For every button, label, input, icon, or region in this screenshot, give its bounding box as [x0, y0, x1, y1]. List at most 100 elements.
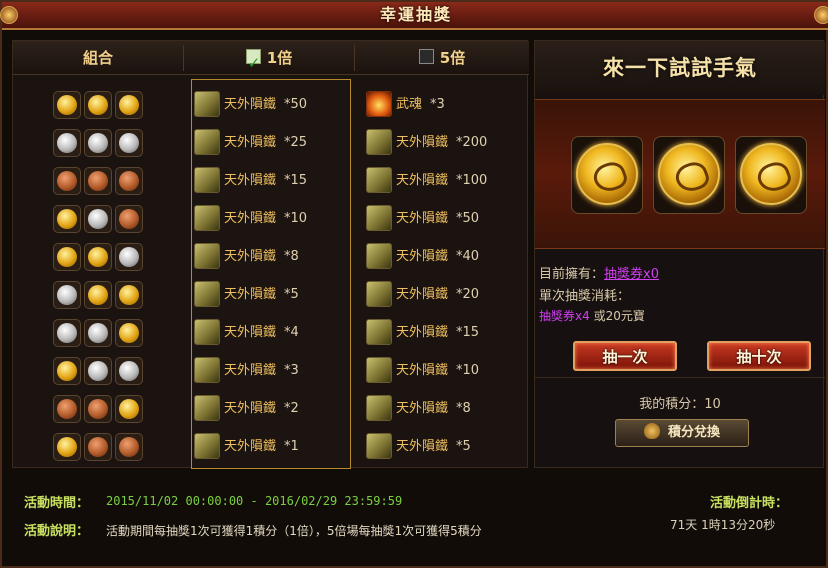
reward-name: 天外隕鐵 [224, 439, 277, 454]
gold-coin-icon [84, 281, 112, 309]
meteor-iron-icon [194, 318, 220, 345]
meteor-iron-icon [194, 280, 220, 307]
bronze-coin-icon [53, 395, 81, 423]
gold-coin-icon [115, 319, 143, 347]
gold-coin-icon [115, 281, 143, 309]
points-exchange-label: 積分兌換 [667, 425, 720, 440]
title-ornament-left-icon [0, 6, 18, 24]
meteor-iron-icon [366, 394, 392, 421]
reward-qty: *50 [284, 97, 308, 112]
silver-coin-icon [115, 243, 143, 271]
reward-x5[interactable]: 天外隕鐵 *10 [366, 356, 479, 386]
reward-name: 天外隕鐵 [224, 287, 277, 302]
reward-qty: *10 [284, 211, 308, 226]
reward-qty: *1 [284, 439, 299, 454]
countdown-value: 71天 1時13分20秒 [670, 518, 776, 532]
gold-coin-icon [53, 433, 81, 461]
gold-coin-icon [53, 357, 81, 385]
my-score: 我的積分：10 [639, 397, 721, 412]
reward-x5[interactable]: 天外隕鐵 *20 [366, 280, 479, 310]
reward-x5[interactable]: 天外隕鐵 *200 [366, 128, 487, 158]
reward-x1[interactable]: 天外隕鐵 *3 [194, 356, 299, 386]
tab-1x[interactable]: 1倍 [184, 41, 354, 80]
checkbox-1x-checked-icon[interactable] [245, 46, 261, 80]
meteor-iron-icon [194, 90, 220, 117]
silver-coin-icon [84, 205, 112, 233]
meteor-iron-icon [194, 242, 220, 269]
reward-x5[interactable]: 天外隕鐵 *100 [366, 166, 487, 196]
reward-name: 天外隕鐵 [224, 173, 277, 188]
money-bag-icon [643, 422, 660, 439]
reward-name: 天外隕鐵 [396, 287, 449, 302]
reward-name: 天外隕鐵 [396, 363, 449, 378]
reward-name: 天外隕鐵 [224, 249, 277, 264]
draw-ten-button[interactable]: 抽十次 [707, 341, 811, 371]
reward-x5[interactable]: 天外隕鐵 *5 [366, 432, 471, 462]
reward-x5[interactable]: 天外隕鐵 *8 [366, 394, 471, 424]
owned-tickets: 目前擁有：抽獎券x0 [539, 263, 659, 282]
checkbox-5x-icon[interactable] [418, 49, 434, 64]
event-info-footer: 活動時間： 2015/11/02 00:00:00 - 2016/02/29 2… [12, 474, 824, 564]
points-exchange-button[interactable]: 積分兌換 [615, 419, 749, 447]
reward-x1[interactable]: 天外隕鐵 *5 [194, 280, 299, 310]
silver-coin-icon [53, 319, 81, 347]
gold-coin-icon [84, 91, 112, 119]
reward-x1[interactable]: 天外隕鐵 *2 [194, 394, 299, 424]
bronze-coin-icon [115, 167, 143, 195]
slot-reel-1 [571, 136, 643, 214]
reward-x5[interactable]: 武魂 *3 [366, 90, 445, 120]
event-desc-label: 活動說明： [24, 524, 90, 539]
reward-x1[interactable]: 天外隕鐵 *25 [194, 128, 307, 158]
dragon-medal-icon [576, 143, 638, 205]
reward-name: 天外隕鐵 [396, 439, 449, 454]
bronze-coin-icon [115, 433, 143, 461]
reward-table-header: 組合 1倍 5倍 [13, 41, 529, 80]
reward-x1[interactable]: 天外隕鐵 *15 [194, 166, 307, 196]
tab-5x[interactable]: 5倍 [355, 41, 529, 75]
silver-coin-icon [53, 129, 81, 157]
reward-qty: *25 [284, 135, 308, 150]
reward-x1[interactable]: 天外隕鐵 *10 [194, 204, 307, 234]
cost-ticket: 抽獎券x4 [539, 309, 590, 323]
reward-x1[interactable]: 天外隕鐵 *4 [194, 318, 299, 348]
reward-qty: *15 [456, 325, 480, 340]
silver-coin-icon [53, 281, 81, 309]
reward-name: 天外隕鐵 [396, 249, 449, 264]
gold-coin-icon [53, 205, 81, 233]
silver-coin-icon [115, 357, 143, 385]
reward-qty: *15 [284, 173, 308, 188]
owned-tickets-link[interactable]: 抽獎券x0 [604, 267, 659, 282]
reward-qty: *10 [456, 363, 480, 378]
reward-name: 天外隕鐵 [396, 401, 449, 416]
dragon-medal-icon [658, 143, 720, 205]
reward-x1[interactable]: 天外隕鐵 *50 [194, 90, 307, 120]
reward-x5[interactable]: 天外隕鐵 *15 [366, 318, 479, 348]
reward-qty: *100 [456, 173, 488, 188]
fire-orb-icon [366, 90, 392, 117]
reward-name: 天外隕鐵 [396, 173, 449, 188]
cost-value: 抽獎券x4 或20元寶 [539, 307, 645, 324]
header-combo: 組合 [82, 49, 113, 67]
reward-qty: *8 [284, 249, 299, 264]
reward-name: 天外隕鐵 [224, 363, 277, 378]
meteor-iron-icon [366, 280, 392, 307]
reward-qty: *3 [430, 97, 445, 112]
meteor-iron-icon [366, 318, 392, 345]
reward-x1[interactable]: 天外隕鐵 *8 [194, 242, 299, 272]
reward-name: 天外隕鐵 [224, 401, 277, 416]
meteor-iron-icon [366, 356, 392, 383]
window-titlebar: 幸運抽獎 [0, 2, 828, 30]
reward-x5[interactable]: 天外隕鐵 *50 [366, 204, 479, 234]
reward-x1[interactable]: 天外隕鐵 *1 [194, 432, 299, 462]
meteor-iron-icon [366, 432, 392, 459]
meteor-iron-icon [366, 204, 392, 231]
bronze-coin-icon [84, 433, 112, 461]
bronze-coin-icon [53, 167, 81, 195]
tab-1x-label: 1倍 [266, 49, 293, 67]
reward-qty: *3 [284, 363, 299, 378]
reward-qty: *8 [456, 401, 471, 416]
draw-once-button[interactable]: 抽一次 [573, 341, 677, 371]
reward-table: 組合 1倍 5倍 天外隕鐵 *50 武魂 *3 天外隕鐵 *25 天外隕鐵 *200 天外隕鐵 *… [12, 40, 529, 469]
reward-x5[interactable]: 天外隕鐵 *40 [366, 242, 479, 272]
event-time-value: 2015/11/02 00:00:00 - 2016/02/29 23:59:5… [106, 494, 403, 508]
